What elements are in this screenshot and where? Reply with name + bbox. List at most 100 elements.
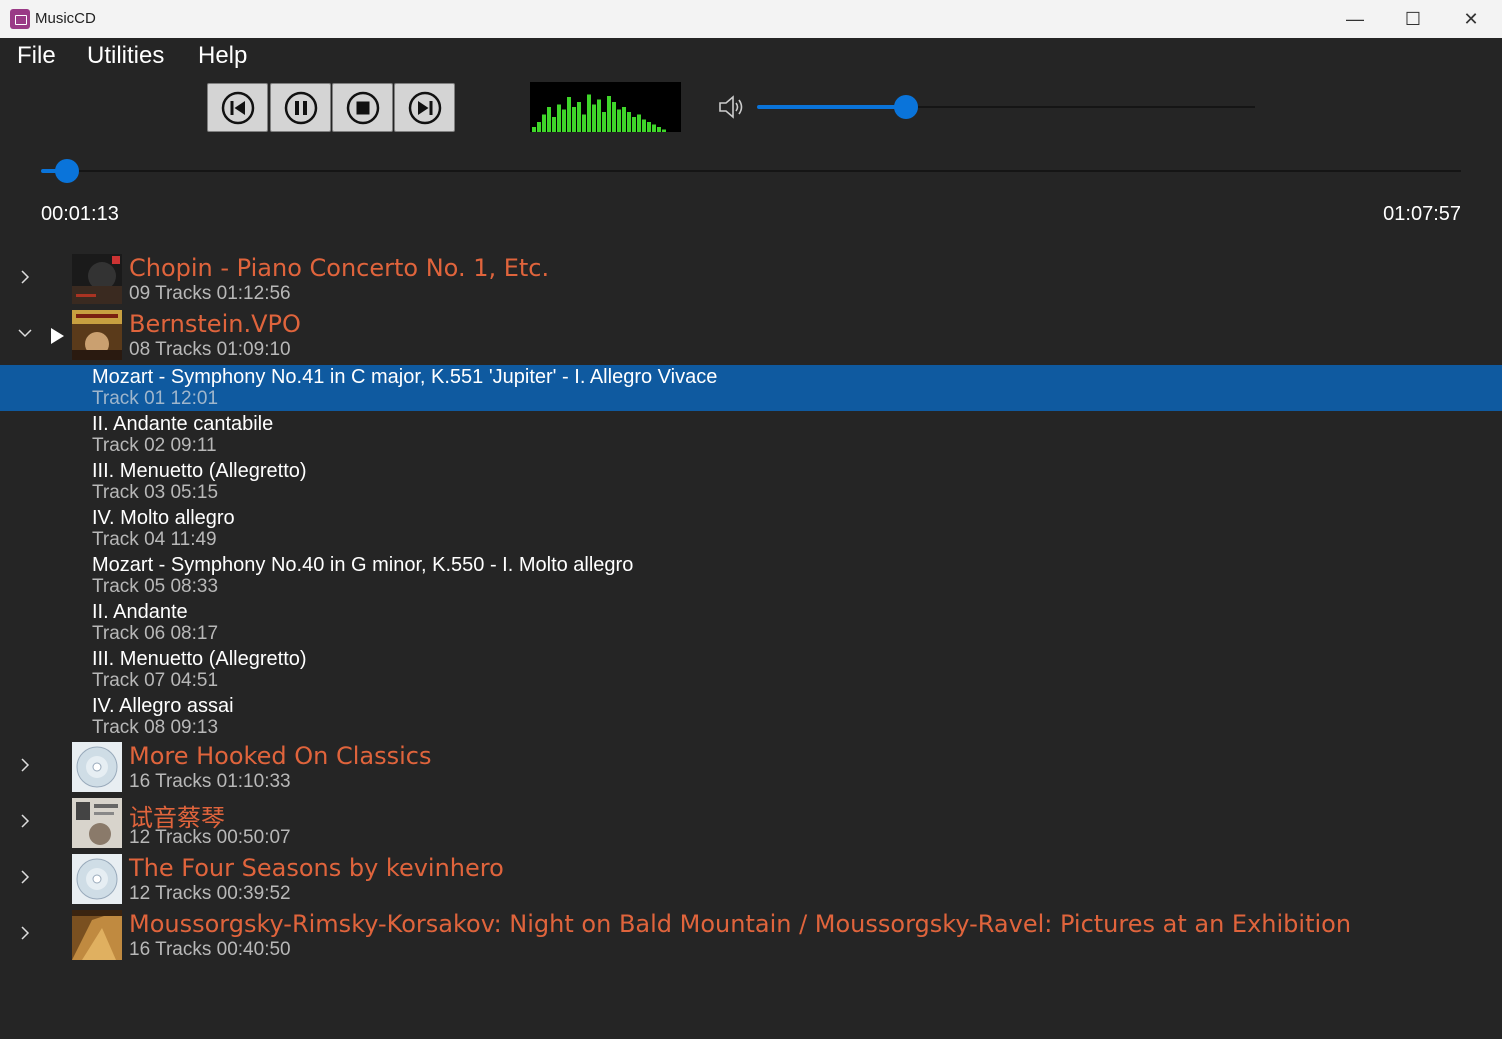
spectrum-bar [632, 117, 636, 132]
album-meta: 08 Tracks 01:09:10 [129, 339, 291, 360]
track-meta: Track 01 12:01 [92, 388, 219, 409]
cd-placeholder-icon [72, 854, 122, 904]
chevron-right-icon[interactable] [18, 270, 32, 284]
position-thumb[interactable] [54, 159, 79, 183]
track-meta: Track 03 05:15 [92, 482, 219, 503]
spectrum-bar [592, 104, 596, 132]
track-row[interactable]: IV. Allegro assai Track 08 09:13 [0, 694, 1502, 740]
chevron-right-icon[interactable] [18, 926, 32, 940]
app-logo-icon [10, 9, 30, 29]
album-cover [72, 310, 122, 360]
spectrum-bar [572, 107, 576, 132]
title-bar: MusicCD — ☐ ✕ [0, 0, 1502, 38]
track-row[interactable]: II. Andante Track 06 08:17 [0, 600, 1502, 646]
album-title: Moussorgsky-Rimsky-Korsakov: Night on Ba… [129, 910, 1352, 938]
chevron-right-icon[interactable] [18, 758, 32, 772]
spectrum-bar [642, 119, 646, 132]
spectrum-bar [567, 97, 571, 132]
album-title: Chopin - Piano Concerto No. 1, Etc. [129, 254, 550, 282]
album-row[interactable]: More Hooked On Classics 16 Tracks 01:10:… [0, 740, 1502, 796]
track-row[interactable]: III. Menuetto (Allegretto) Track 03 05:1… [0, 459, 1502, 505]
spectrum-bar [662, 129, 666, 132]
spectrum-bar [637, 114, 641, 132]
album-row[interactable]: Chopin - Piano Concerto No. 1, Etc. 09 T… [0, 252, 1502, 308]
chevron-right-icon[interactable] [18, 870, 32, 884]
speaker-icon[interactable] [717, 93, 747, 121]
track-meta: Track 04 11:49 [92, 529, 217, 550]
track-title: III. Menuetto (Allegretto) [92, 648, 307, 670]
menu-file[interactable]: File [17, 42, 56, 70]
previous-icon [221, 91, 254, 124]
album-row[interactable]: The Four Seasons by kevinhero 12 Tracks … [0, 852, 1502, 908]
spectrum-bar [617, 109, 621, 132]
spectrum-bar [577, 102, 581, 132]
chevron-down-icon[interactable] [18, 326, 32, 340]
now-playing-icon [51, 328, 64, 344]
track-row[interactable]: Mozart - Symphony No.40 in G minor, K.55… [0, 553, 1502, 599]
track-meta: Track 07 04:51 [92, 670, 219, 691]
stop-button[interactable] [332, 83, 393, 132]
volume-fill [757, 105, 907, 109]
spectrum-bar [582, 114, 586, 132]
track-meta: Track 02 09:11 [92, 435, 217, 456]
previous-button[interactable] [207, 83, 268, 132]
spectrum-bar [622, 107, 626, 132]
album-title: The Four Seasons by kevinhero [129, 854, 504, 882]
spectrum-bars [532, 94, 666, 132]
track-title: IV. Allegro assai [92, 695, 234, 717]
next-icon [408, 91, 441, 124]
track-row[interactable]: IV. Molto allegro Track 04 11:49 [0, 506, 1502, 552]
track-row[interactable]: II. Andante cantabile Track 02 09:11 [0, 412, 1502, 458]
album-row[interactable]: 试音蔡琴 12 Tracks 00:50:07 [0, 796, 1502, 852]
album-cover [72, 910, 122, 960]
album-meta: 12 Tracks 00:39:52 [129, 883, 291, 904]
album-cover [72, 254, 122, 304]
spectrum-bar [627, 112, 631, 132]
spectrum-bar [597, 99, 601, 132]
menu-bar: File Utilities Help [0, 38, 1502, 74]
pause-button[interactable] [270, 83, 331, 132]
close-button[interactable]: ✕ [1442, 0, 1500, 38]
track-title: Mozart - Symphony No.40 in G minor, K.55… [92, 554, 634, 576]
spectrum-bar [612, 102, 616, 132]
elapsed-time: 00:01:13 [41, 203, 119, 225]
maximize-button[interactable]: ☐ [1384, 0, 1442, 38]
spectrum-bar [557, 104, 561, 132]
album-meta: 16 Tracks 01:10:33 [129, 771, 291, 792]
album-meta: 16 Tracks 00:40:50 [129, 939, 291, 960]
track-meta: Track 06 08:17 [92, 623, 219, 644]
spectrum-bar [532, 127, 536, 132]
volume-thumb[interactable] [894, 95, 919, 119]
next-button[interactable] [394, 83, 455, 132]
spectrum-bar [607, 96, 611, 132]
track-title: IV. Molto allegro [92, 507, 235, 529]
album-title: Bernstein.VPO [129, 310, 301, 338]
album-row[interactable]: Moussorgsky-Rimsky-Korsakov: Night on Ba… [0, 908, 1502, 964]
chevron-right-icon[interactable] [18, 814, 32, 828]
album-meta: 09 Tracks 01:12:56 [129, 283, 291, 304]
position-track [41, 170, 1461, 172]
spectrum-bar [542, 114, 546, 132]
menu-help[interactable]: Help [198, 42, 247, 70]
spectrum-bar [547, 107, 551, 132]
pause-icon [284, 91, 317, 124]
menu-utilities[interactable]: Utilities [87, 42, 164, 70]
track-title: Mozart - Symphony No.41 in C major, K.55… [92, 366, 718, 388]
track-row[interactable]: III. Menuetto (Allegretto) Track 07 04:5… [0, 647, 1502, 693]
spectrum-bar [652, 124, 656, 132]
album-title: More Hooked On Classics [129, 742, 432, 770]
track-title: II. Andante [92, 601, 188, 623]
spectrum-bar [657, 127, 661, 132]
track-meta: Track 08 09:13 [92, 717, 219, 738]
minimize-button[interactable]: — [1326, 0, 1384, 38]
spectrum-bar [537, 122, 541, 132]
album-cover [72, 798, 122, 848]
spectrum-bar [602, 112, 606, 132]
track-title: III. Menuetto (Allegretto) [92, 460, 307, 482]
cd-placeholder-icon [72, 742, 122, 792]
track-title: II. Andante cantabile [92, 413, 274, 435]
track-meta: Track 05 08:33 [92, 576, 219, 597]
album-row[interactable]: Bernstein.VPO 08 Tracks 01:09:10 [0, 308, 1502, 364]
spectrum-bar [647, 122, 651, 132]
track-row-selected[interactable]: Mozart - Symphony No.41 in C major, K.55… [0, 365, 1502, 411]
